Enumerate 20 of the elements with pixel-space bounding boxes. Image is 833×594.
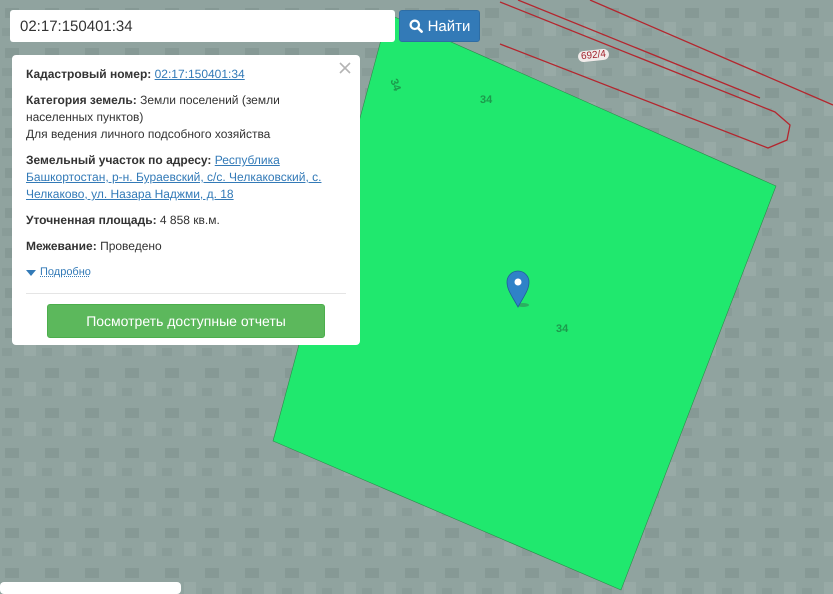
parcel-number: 34 [556,323,568,335]
details-link[interactable]: Подробно [40,264,91,281]
map-pin-icon[interactable] [506,270,530,308]
parcel-number: 34 [480,94,492,106]
field-text: Уточненная площадь: 4 858 кв.м. [26,212,221,229]
field-link[interactable]: Республика [214,153,280,167]
field-label: Земельный участок по адресу: [26,153,212,167]
field-label: Кадастровый номер: [26,67,152,81]
field-text: Межевание: Проведено [26,238,163,255]
search-field[interactable]: 02:17:150401:34 [10,10,395,42]
field-link[interactable]: Челкаково, ул. Назара Наджми, д. 18 [26,187,234,201]
field-link[interactable]: Башкортостан, р-н. Бураевский, с/с. Челкаковский, с. [26,170,322,184]
field-text: Категория земель: Земли поселений (земли населенных пунктов) [26,92,281,126]
close-icon[interactable] [338,61,352,75]
search-icon [408,19,423,33]
search-button[interactable]: Найти [399,10,480,42]
parcel-number: 34 [387,77,403,93]
field-note: Для ведения личного подсобного хозяйства [26,126,272,143]
view-reports-button[interactable]: Посмотреть доступные отчеты [47,304,325,338]
field-link[interactable]: 02:17:150401:34 [154,67,245,81]
